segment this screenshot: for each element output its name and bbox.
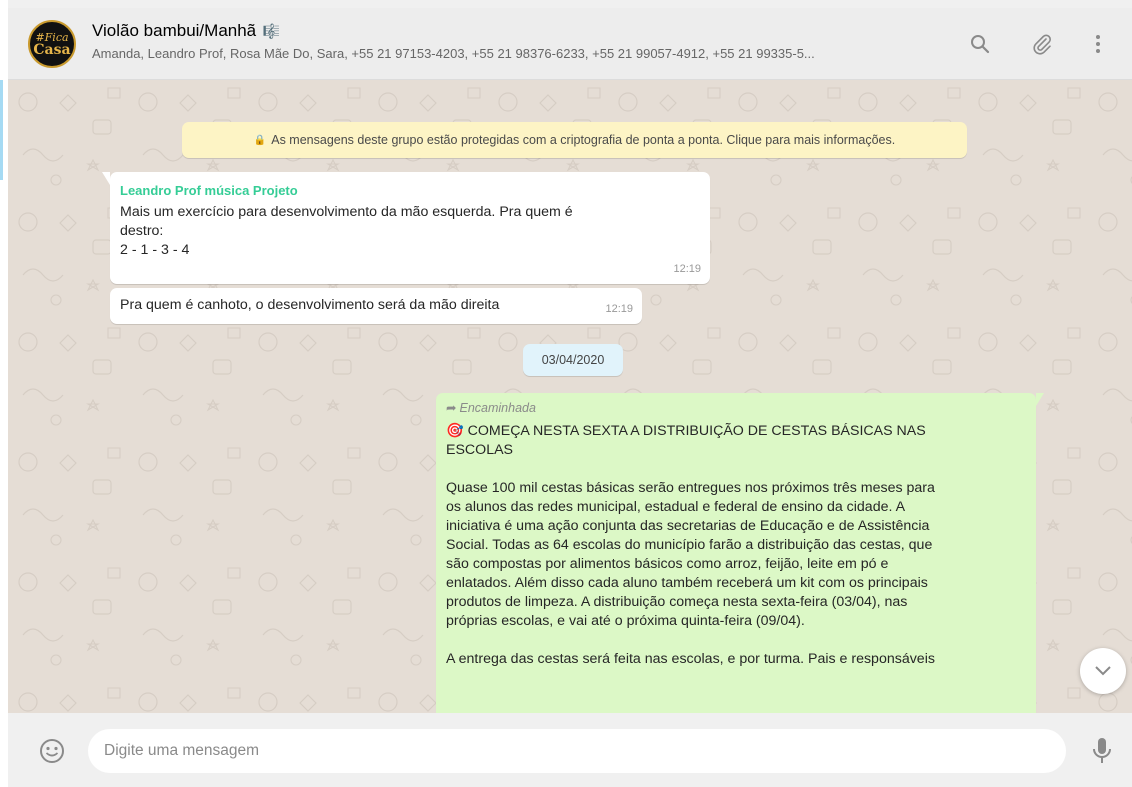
message-time: 12:19 bbox=[673, 263, 701, 275]
message-sender[interactable]: Leandro Prof música Projeto bbox=[120, 181, 700, 200]
chat-info[interactable]: Violão bambui/Manhã 🎼 Amanda, Leandro Pr… bbox=[92, 20, 952, 63]
incoming-message[interactable]: Pra quem é canhoto, o desenvolvimento se… bbox=[110, 288, 642, 324]
forwarded-title: 🎯 COMEÇA NESTA SEXTA A DISTRIBUIÇÃO DE C… bbox=[446, 422, 1026, 441]
bubble-tail bbox=[1036, 393, 1044, 406]
menu-icon[interactable] bbox=[1084, 30, 1112, 58]
forwarded-label: ➦ Encaminhada bbox=[446, 399, 1026, 418]
chat-header[interactable]: #Fica Casa Violão bambui/Manhã 🎼 Amanda,… bbox=[8, 8, 1132, 80]
message-input[interactable] bbox=[88, 729, 1066, 773]
bubble-tail bbox=[102, 172, 110, 185]
avatar-text-1: #Fica bbox=[35, 30, 69, 44]
message-line: enlatados. Além disso cada aluno também … bbox=[446, 575, 928, 591]
search-icon[interactable] bbox=[966, 30, 994, 58]
message-line: próprias escolas, e vai até o próxima qu… bbox=[446, 613, 805, 629]
forwarded-title-line: ESCOLAS bbox=[446, 442, 514, 458]
chat-title-text: Violão bambui/Manhã bbox=[92, 21, 257, 40]
message-line: iniciativa é uma ação conjunta das secre… bbox=[446, 518, 930, 534]
encryption-notice-text: As mensagens deste grupo estão protegida… bbox=[271, 133, 896, 147]
message-line: A entrega das cestas será feita nas esco… bbox=[446, 651, 935, 667]
forwarded-title-line: COMEÇA NESTA SEXTA A DISTRIBUIÇÃO DE CES… bbox=[467, 423, 926, 439]
attach-icon[interactable] bbox=[1028, 30, 1056, 58]
message-text: Pra quem é canhoto, o desenvolvimento se… bbox=[120, 297, 500, 313]
date-divider-text: 03/04/2020 bbox=[541, 353, 605, 367]
forward-icon: ➦ bbox=[446, 401, 457, 415]
message-line: são compostas por alimentos básicos como… bbox=[446, 556, 889, 572]
compose-bar bbox=[8, 713, 1132, 787]
message-line: Quase 100 mil cestas básicas serão entre… bbox=[446, 480, 935, 496]
message-time: 12:19 bbox=[605, 303, 633, 315]
forwarded-message[interactable]: ➦ Encaminhada 🎯 COMEÇA NESTA SEXTA A DIST… bbox=[436, 393, 1044, 713]
message-line: 2 - 1 - 3 - 4 bbox=[120, 242, 190, 258]
forwarded-label-text: Encaminhada bbox=[459, 401, 536, 415]
message-line: Social. Todas as 64 escolas do município… bbox=[446, 537, 933, 553]
chevron-down-icon bbox=[1095, 666, 1111, 676]
edge-accent bbox=[0, 80, 3, 180]
chat-members: Amanda, Leandro Prof, Rosa Mãe Do, Sara,… bbox=[92, 46, 815, 61]
scroll-down-button[interactable] bbox=[1080, 648, 1126, 694]
emoji-icon[interactable] bbox=[38, 737, 66, 765]
chat-title: Violão bambui/Manhã 🎼 bbox=[92, 20, 952, 42]
window-left-edge bbox=[0, 0, 8, 787]
music-score-icon: 🎼 bbox=[262, 23, 281, 39]
avatar-text-2: Casa bbox=[33, 41, 71, 58]
lock-icon: 🔒 bbox=[253, 134, 267, 146]
message-line: os alunos das redes municipal, estadual … bbox=[446, 499, 906, 515]
encryption-notice[interactable]: 🔒 As mensagens deste grupo estão protegi… bbox=[182, 122, 967, 158]
chat-window: #Fica Casa Violão bambui/Manhã 🎼 Amanda,… bbox=[8, 8, 1132, 787]
message-line: destro: bbox=[120, 223, 164, 239]
group-avatar[interactable]: #Fica Casa bbox=[28, 20, 76, 68]
mic-icon[interactable] bbox=[1090, 735, 1114, 767]
target-icon: 🎯 bbox=[446, 423, 464, 439]
message-line: produtos de limpeza. A distribuição come… bbox=[446, 594, 908, 610]
incoming-message[interactable]: Leandro Prof música Projeto Mais um exer… bbox=[102, 172, 710, 284]
message-line: Mais um exercício para desenvolvimento d… bbox=[120, 204, 573, 220]
date-divider: 03/04/2020 bbox=[523, 344, 623, 376]
message-list[interactable]: 🔒 As mensagens deste grupo estão protegi… bbox=[8, 80, 1132, 713]
